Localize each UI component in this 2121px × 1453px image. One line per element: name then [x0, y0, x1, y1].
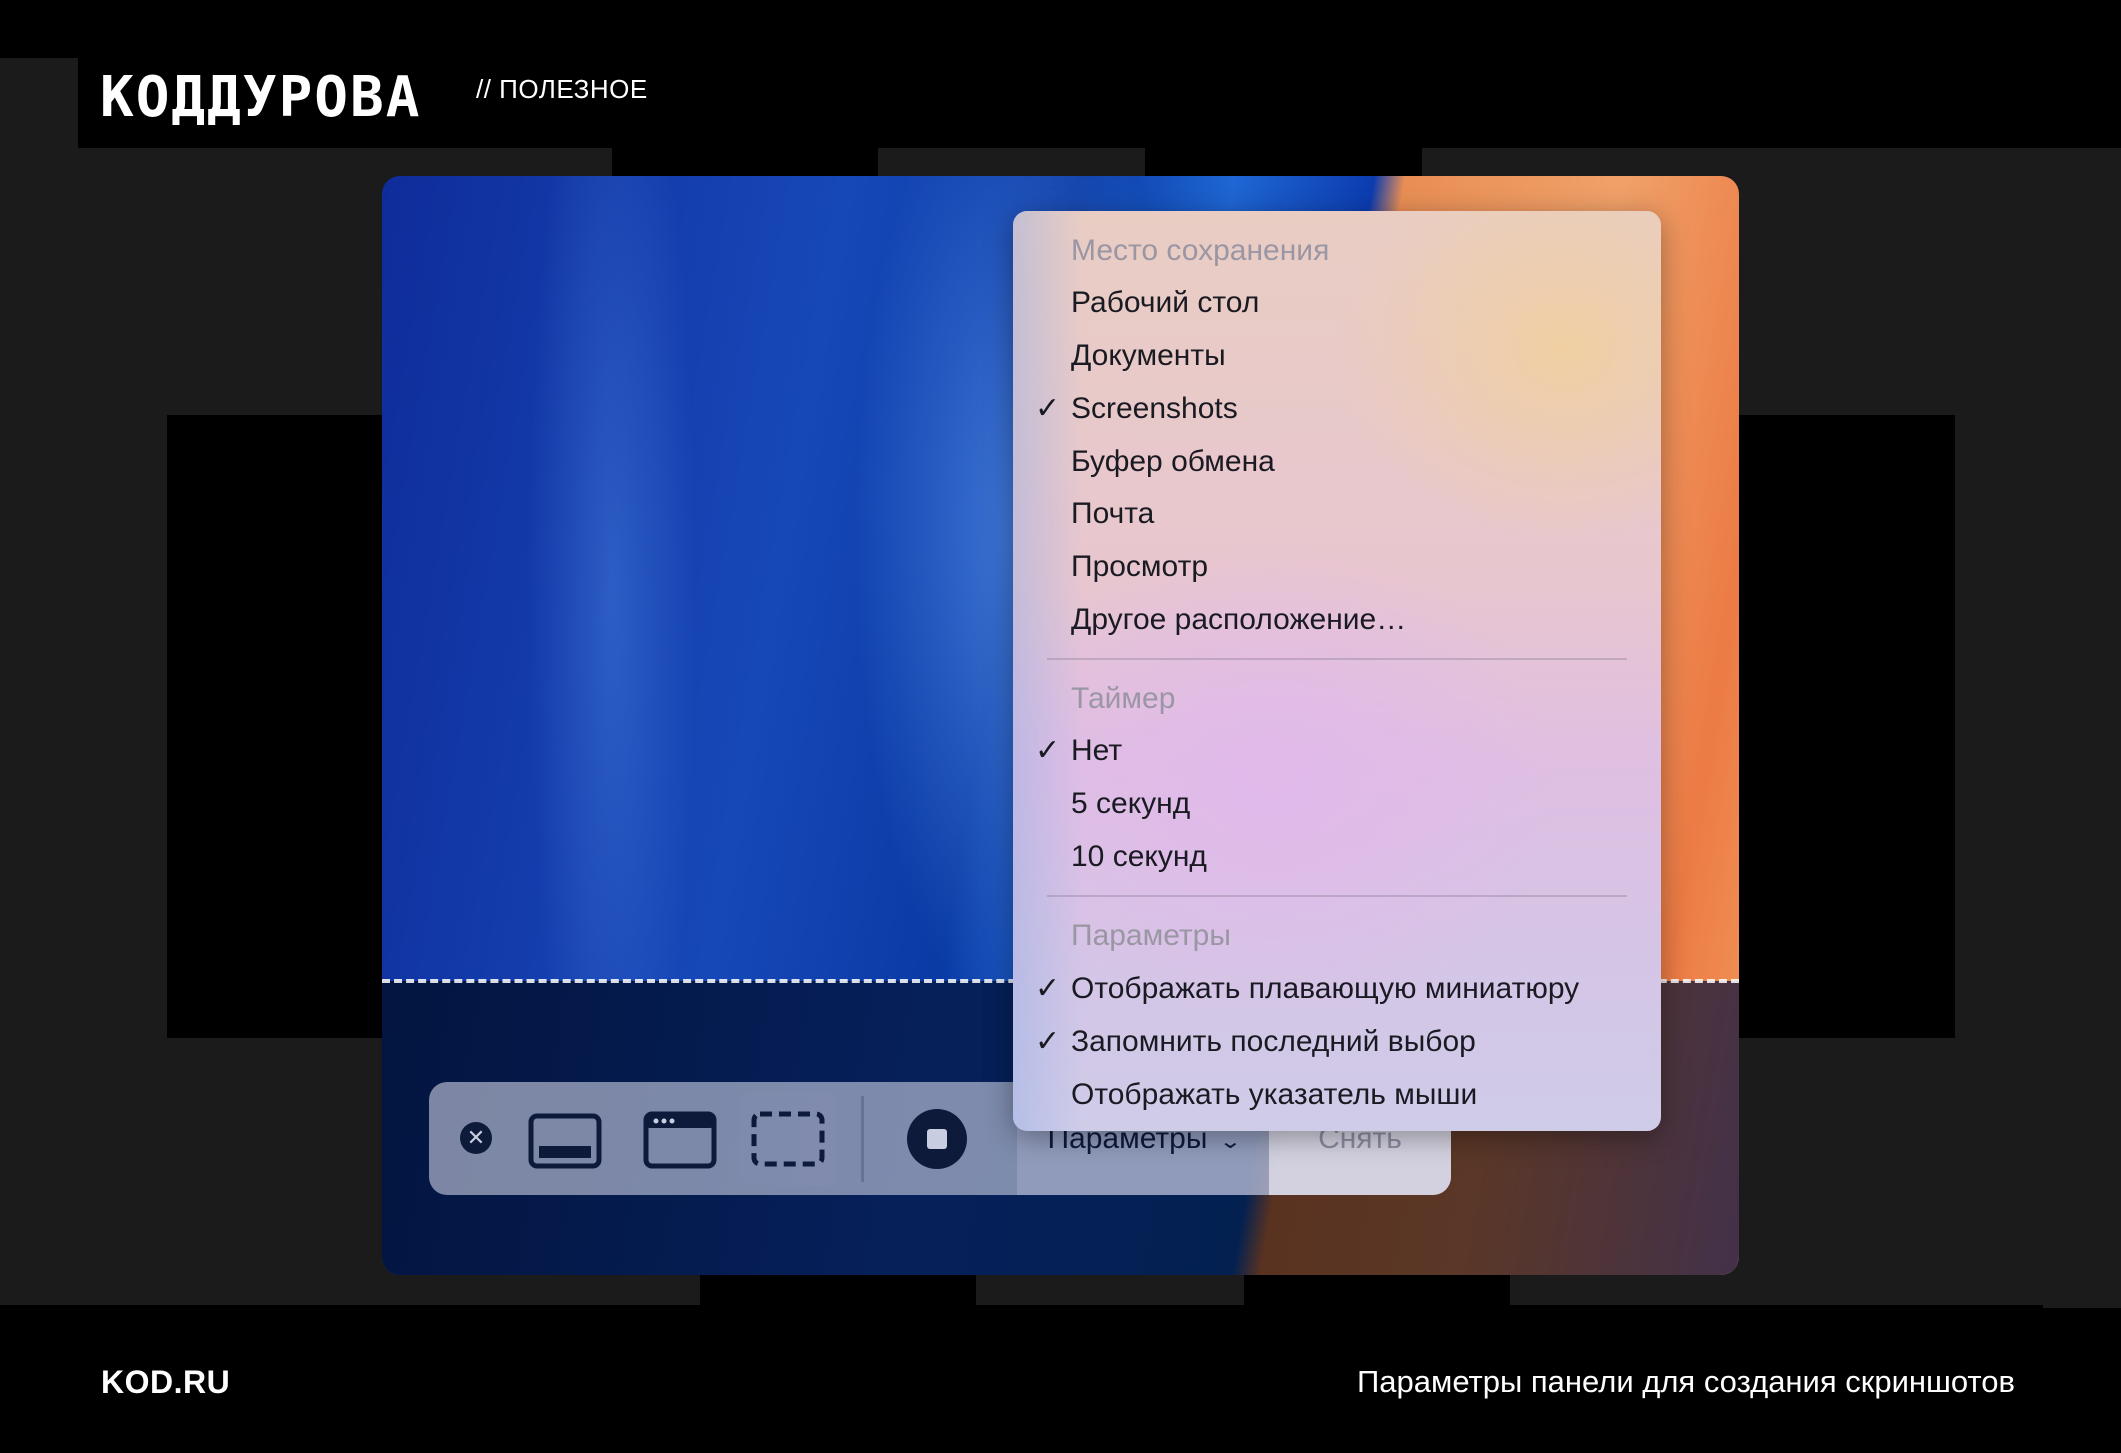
brand-category: // ПОЛЕЗНОЕ [476, 74, 648, 104]
menu-separator [1047, 895, 1627, 897]
menu-item-mail[interactable]: Почта [1071, 494, 1154, 534]
checkmark-icon: ✓ [1035, 391, 1061, 426]
options-menu: Место сохранения Рабочий стол Документы … [1013, 211, 1661, 1131]
menu-header-timer: Таймер [1071, 682, 1176, 715]
bg-block [0, 58, 78, 1308]
capture-window-button[interactable] [632, 1092, 728, 1186]
menu-item-timer-5s[interactable]: 5 секунд [1071, 784, 1190, 824]
record-icon[interactable] [907, 1109, 967, 1169]
menu-header-options: Параметры [1071, 919, 1231, 952]
close-icon[interactable]: ✕ [460, 1122, 492, 1154]
menu-item-timer-none[interactable]: Нет [1071, 731, 1122, 771]
toolbar-separator [861, 1096, 864, 1182]
checkmark-icon: ✓ [1035, 733, 1061, 768]
menu-item-screenshots[interactable]: Screenshots [1071, 389, 1238, 429]
menu-item-desktop[interactable]: Рабочий стол [1071, 283, 1259, 323]
footer-site: KOD.RU [101, 1364, 231, 1400]
selection-icon [751, 1111, 825, 1167]
menu-item-floating-thumbnail[interactable]: Отображать плавающую миниатюру [1071, 969, 1579, 1009]
screen-icon [528, 1113, 602, 1169]
capture-selection-button[interactable] [740, 1092, 836, 1186]
menu-item-show-mouse-pointer[interactable]: Отображать указатель мыши [1071, 1075, 1477, 1115]
checkmark-icon: ✓ [1035, 1024, 1061, 1059]
window-icon [643, 1111, 717, 1169]
menu-item-clipboard[interactable]: Буфер обмена [1071, 442, 1275, 482]
brand-logo: КОДДУРОВА [100, 65, 422, 130]
menu-item-other-location[interactable]: Другое расположение… [1071, 600, 1406, 640]
footer-caption: Параметры панели для создания скриншотов [1357, 1364, 2015, 1399]
menu-header-save-location: Место сохранения [1071, 234, 1330, 267]
menu-separator [1047, 658, 1627, 660]
menu-item-preview[interactable]: Просмотр [1071, 547, 1208, 587]
bg-block [1244, 1270, 1510, 1310]
capture-entire-screen-button[interactable] [517, 1092, 613, 1186]
menu-item-timer-10s[interactable]: 10 секунд [1071, 837, 1207, 877]
menu-item-documents[interactable]: Документы [1071, 336, 1226, 376]
bg-block [700, 1270, 976, 1310]
menu-item-remember-last-selection[interactable]: Запомнить последний выбор [1071, 1022, 1476, 1062]
checkmark-icon: ✓ [1035, 971, 1061, 1006]
